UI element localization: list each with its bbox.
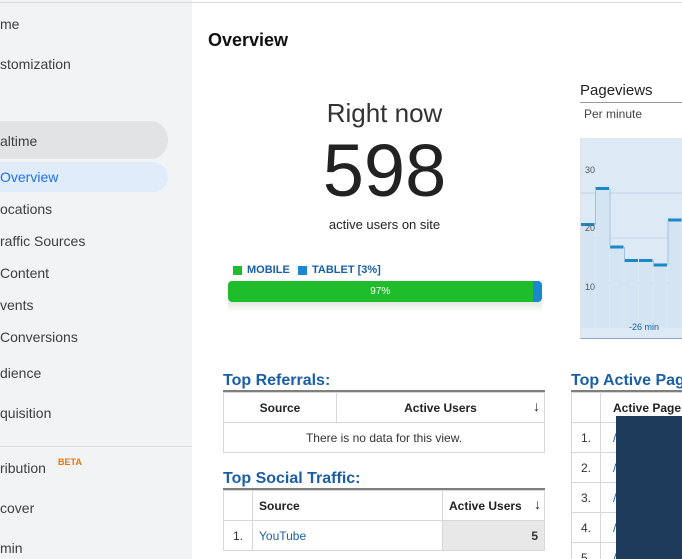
empty-row: There is no data for this view. [223,422,545,453]
pageviews-subtitle: Per minute [584,107,643,121]
legend-tablet-label: TABLET [3%] [312,264,381,276]
sidebar-item-admin[interactable]: min [0,540,23,556]
mobile-share-bar: 97% [228,281,533,302]
col-active-users-label: Active Users [404,400,477,415]
row-index: 2. [571,452,601,483]
sort-arrow-icon[interactable]: ↓ [534,496,541,512]
pageviews-bar [595,188,609,328]
active-users-count: 598 [322,129,447,212]
table-row: 1. YouTube 5 [223,520,545,551]
pageviews-bar [610,247,624,328]
sidebar-item-locations[interactable]: ocations [0,201,52,217]
pageviews-bar [668,220,682,328]
sidebar-item-discover[interactable]: cover [0,500,34,516]
pageviews-bar [639,260,653,328]
pageviews-chart: 30 20 10 -26 min [580,138,682,339]
y-tick-30: 30 [585,165,596,175]
sidebar-item-customization[interactable]: stomization [0,56,71,72]
y-tick-20: 20 [585,223,596,233]
sidebar-item-attribution[interactable]: ribution [0,460,46,476]
sidebar-item-home[interactable]: me [0,16,19,32]
top-social-title: Top Social Traffic: [223,470,361,487]
table-header-row: Source Active Users ↓ [223,392,545,423]
active-users-caption: active users on site [328,217,441,232]
top-referrals-title: Top Referrals: [223,372,331,389]
pageviews-divider [580,102,682,103]
legend-mobile-label: MOBILE [247,264,290,276]
pageviews-title: Pageviews [580,82,653,99]
sidebar-item-conversions[interactable]: Conversions [0,329,78,345]
row-index: 1. [223,520,253,551]
legend-tablet: TABLET [3%] [298,264,381,276]
pageviews-bar [653,265,667,328]
top-referrals-table: Source Active Users ↓ There is no data f… [223,392,545,453]
sort-arrow-icon[interactable]: ↓ [533,398,540,414]
mobile-swatch [233,265,242,275]
sidebar-divider [0,446,192,447]
sidebar-item-realtime[interactable]: altime [0,133,37,149]
col-index [223,490,253,521]
bar-reflection [228,302,542,312]
beta-badge: BETA [58,457,82,467]
sidebar: me stomization altime Overview ocations … [0,0,192,559]
page-title: Overview [208,30,289,50]
redacted-block [616,416,682,559]
tablet-swatch [298,265,307,275]
top-border [0,2,682,3]
right-now-heading: Right now [326,98,443,128]
top-social-table: Source Active Users ↓ 1. YouTube 5 [223,490,545,551]
main-panel: Overview Right now 598 active users on s… [192,18,682,559]
pageviews-bar [624,260,638,328]
top-active-pages-title: Top Active Pag [571,372,682,389]
sidebar-item-overview[interactable]: Overview [0,169,58,185]
col-active-users[interactable]: Active Users ↓ [442,490,545,521]
row-active-users: 5 [442,520,545,551]
pageviews-bar [581,224,595,328]
sidebar-item-acquisition[interactable]: quisition [0,405,51,421]
col-source[interactable]: Source [223,392,337,423]
mobile-share-label: 97% [370,286,391,297]
tablet-share-bar [532,281,542,302]
pageviews-chart-svg [581,187,682,328]
table-header-row: Source Active Users ↓ [223,490,545,521]
x-axis-label: -26 min [629,322,660,332]
y-tick-10: 10 [585,282,596,292]
col-active-users[interactable]: Active Users ↓ [336,392,545,423]
sidebar-item-audience[interactable]: dience [0,365,41,381]
row-index: 3. [571,482,601,513]
col-active-users-label: Active Users [449,498,522,513]
col-index [571,392,601,423]
row-index: 1. [571,422,601,453]
sidebar-item-events[interactable]: vents [0,297,33,313]
sidebar-item-content[interactable]: Content [0,265,49,281]
device-split-bar: 97% [228,281,542,302]
col-source[interactable]: Source [252,490,443,521]
sidebar-item-traffic-sources[interactable]: raffic Sources [0,233,85,249]
legend-mobile: MOBILE [233,264,290,276]
empty-message: There is no data for this view. [223,422,545,453]
row-source-link[interactable]: YouTube [252,520,443,551]
row-index: 5. [571,542,601,559]
row-index: 4. [571,512,601,543]
